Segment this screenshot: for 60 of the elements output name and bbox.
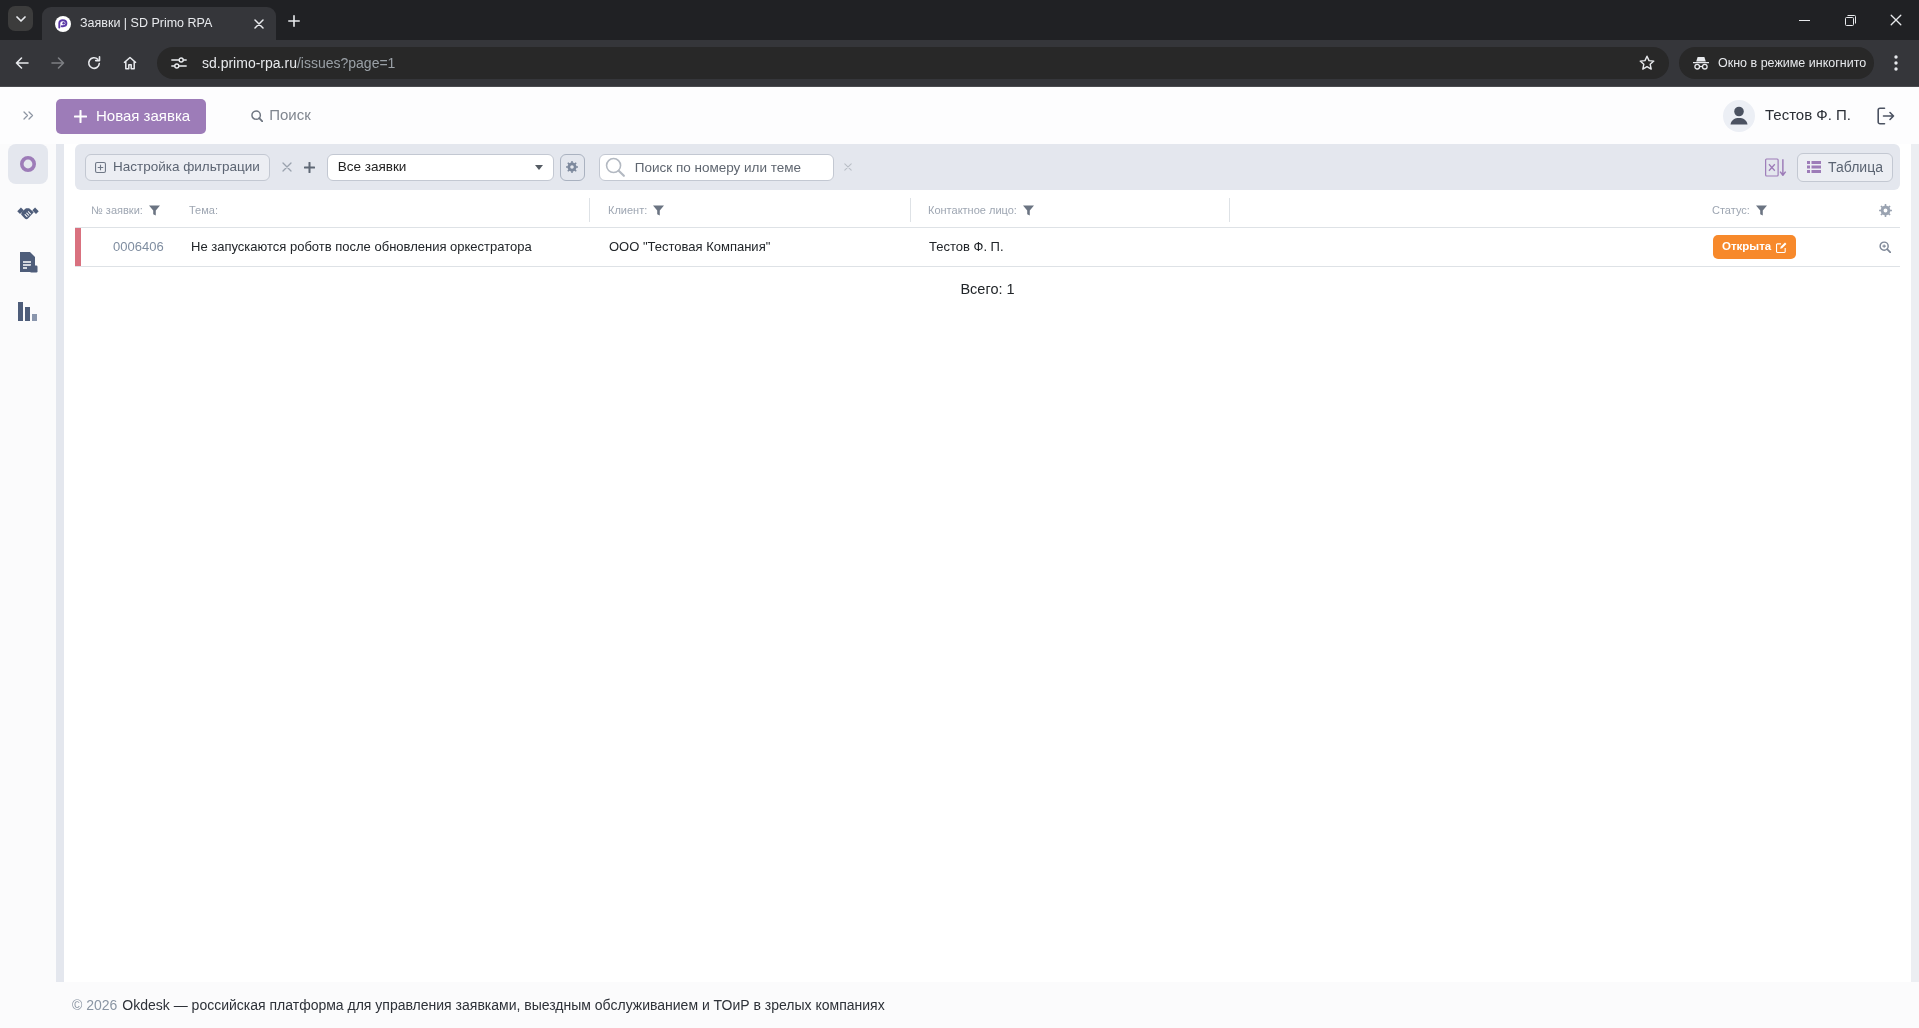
avatar-icon [1722, 99, 1755, 132]
footer-text: Okdesk — российская платформа для управления заявками, выездным обслуживанием и ТОиР в зрелых компаниях [122, 995, 885, 1015]
search-button[interactable]: Поиск [251, 104, 311, 127]
forward-icon[interactable] [51, 56, 65, 70]
incognito-icon [1693, 56, 1709, 70]
column-header: Статус: [1712, 202, 1750, 218]
view-settings-button[interactable] [559, 153, 585, 181]
site-settings-icon[interactable] [171, 57, 187, 69]
search-icon [251, 109, 264, 122]
filter-settings-button[interactable]: Настройка фильтрации [85, 153, 270, 181]
total-count: Всего: 1 [960, 280, 1015, 299]
column-header: Клиент: [608, 202, 648, 218]
table-cell-text: ООО "Тестовая Компания" [609, 238, 771, 257]
address-bar[interactable]: sd.primo-rpa.ru/issues?page=1 [157, 47, 1669, 79]
tab-list-button[interactable] [8, 6, 33, 31]
filter-icon[interactable] [1755, 204, 1767, 216]
filter-icon[interactable] [653, 204, 665, 216]
plus-icon [74, 110, 87, 123]
reload-icon[interactable] [87, 56, 101, 70]
minimize-icon[interactable] [1798, 19, 1810, 21]
gear-icon[interactable] [1878, 203, 1892, 217]
restore-icon[interactable] [1844, 14, 1856, 26]
gear-icon [566, 161, 579, 173]
nav-button[interactable] [8, 144, 48, 184]
user-name[interactable]: Тестов Ф. П. [1764, 104, 1851, 127]
column-header: Тема: [189, 202, 218, 218]
list-icon [1807, 161, 1822, 173]
home-icon[interactable] [123, 56, 137, 70]
logout-icon[interactable] [1877, 106, 1895, 125]
back-icon[interactable] [15, 56, 29, 70]
search-field[interactable]: Поиск по номеру или теме [598, 153, 834, 181]
incognito-button[interactable]: Окно в режиме инкогнито [1679, 47, 1874, 79]
ring-icon [20, 156, 36, 172]
table-cell-text: Не запускаются роботв после обновления оркестратора [191, 238, 532, 257]
caret-icon [534, 164, 543, 170]
incognito-label: Окно в режиме инкогнито [1718, 54, 1867, 72]
browser-tab[interactable]: Заявки | SD Primo RPA [42, 7, 276, 40]
plus-square-icon [95, 161, 106, 173]
copyright-text: © 2026 [72, 995, 118, 1015]
column-header: Контактное лицо: [928, 202, 1017, 218]
filter-icon[interactable] [148, 204, 160, 216]
zoom-in-icon[interactable] [1879, 241, 1891, 253]
menu-icon[interactable] [1894, 55, 1898, 71]
star-icon[interactable] [1639, 55, 1655, 71]
spreadsheet-export-icon[interactable] [1765, 157, 1788, 177]
edit-icon [1776, 241, 1788, 253]
table-cell-text: Тестов Ф. П. [929, 238, 1004, 257]
filter-icon[interactable] [1022, 204, 1034, 216]
search-icon [604, 156, 625, 177]
view-mode-button[interactable]: Таблица [1797, 152, 1893, 182]
double-chevron-icon[interactable] [22, 111, 34, 120]
table-cell-text: 0006406 [113, 238, 164, 257]
column-header: № заявки: [91, 202, 143, 218]
document-icon [18, 251, 38, 273]
bar-chart-icon [18, 301, 38, 321]
tab-title: Заявки | SD Primo RPA [80, 15, 214, 33]
chevron-down-icon [15, 15, 26, 22]
view-select[interactable]: Все заявки [326, 153, 554, 181]
url-text: sd.primo-rpa.ru/issues?page=1 [202, 53, 397, 73]
logo-icon [55, 15, 71, 32]
